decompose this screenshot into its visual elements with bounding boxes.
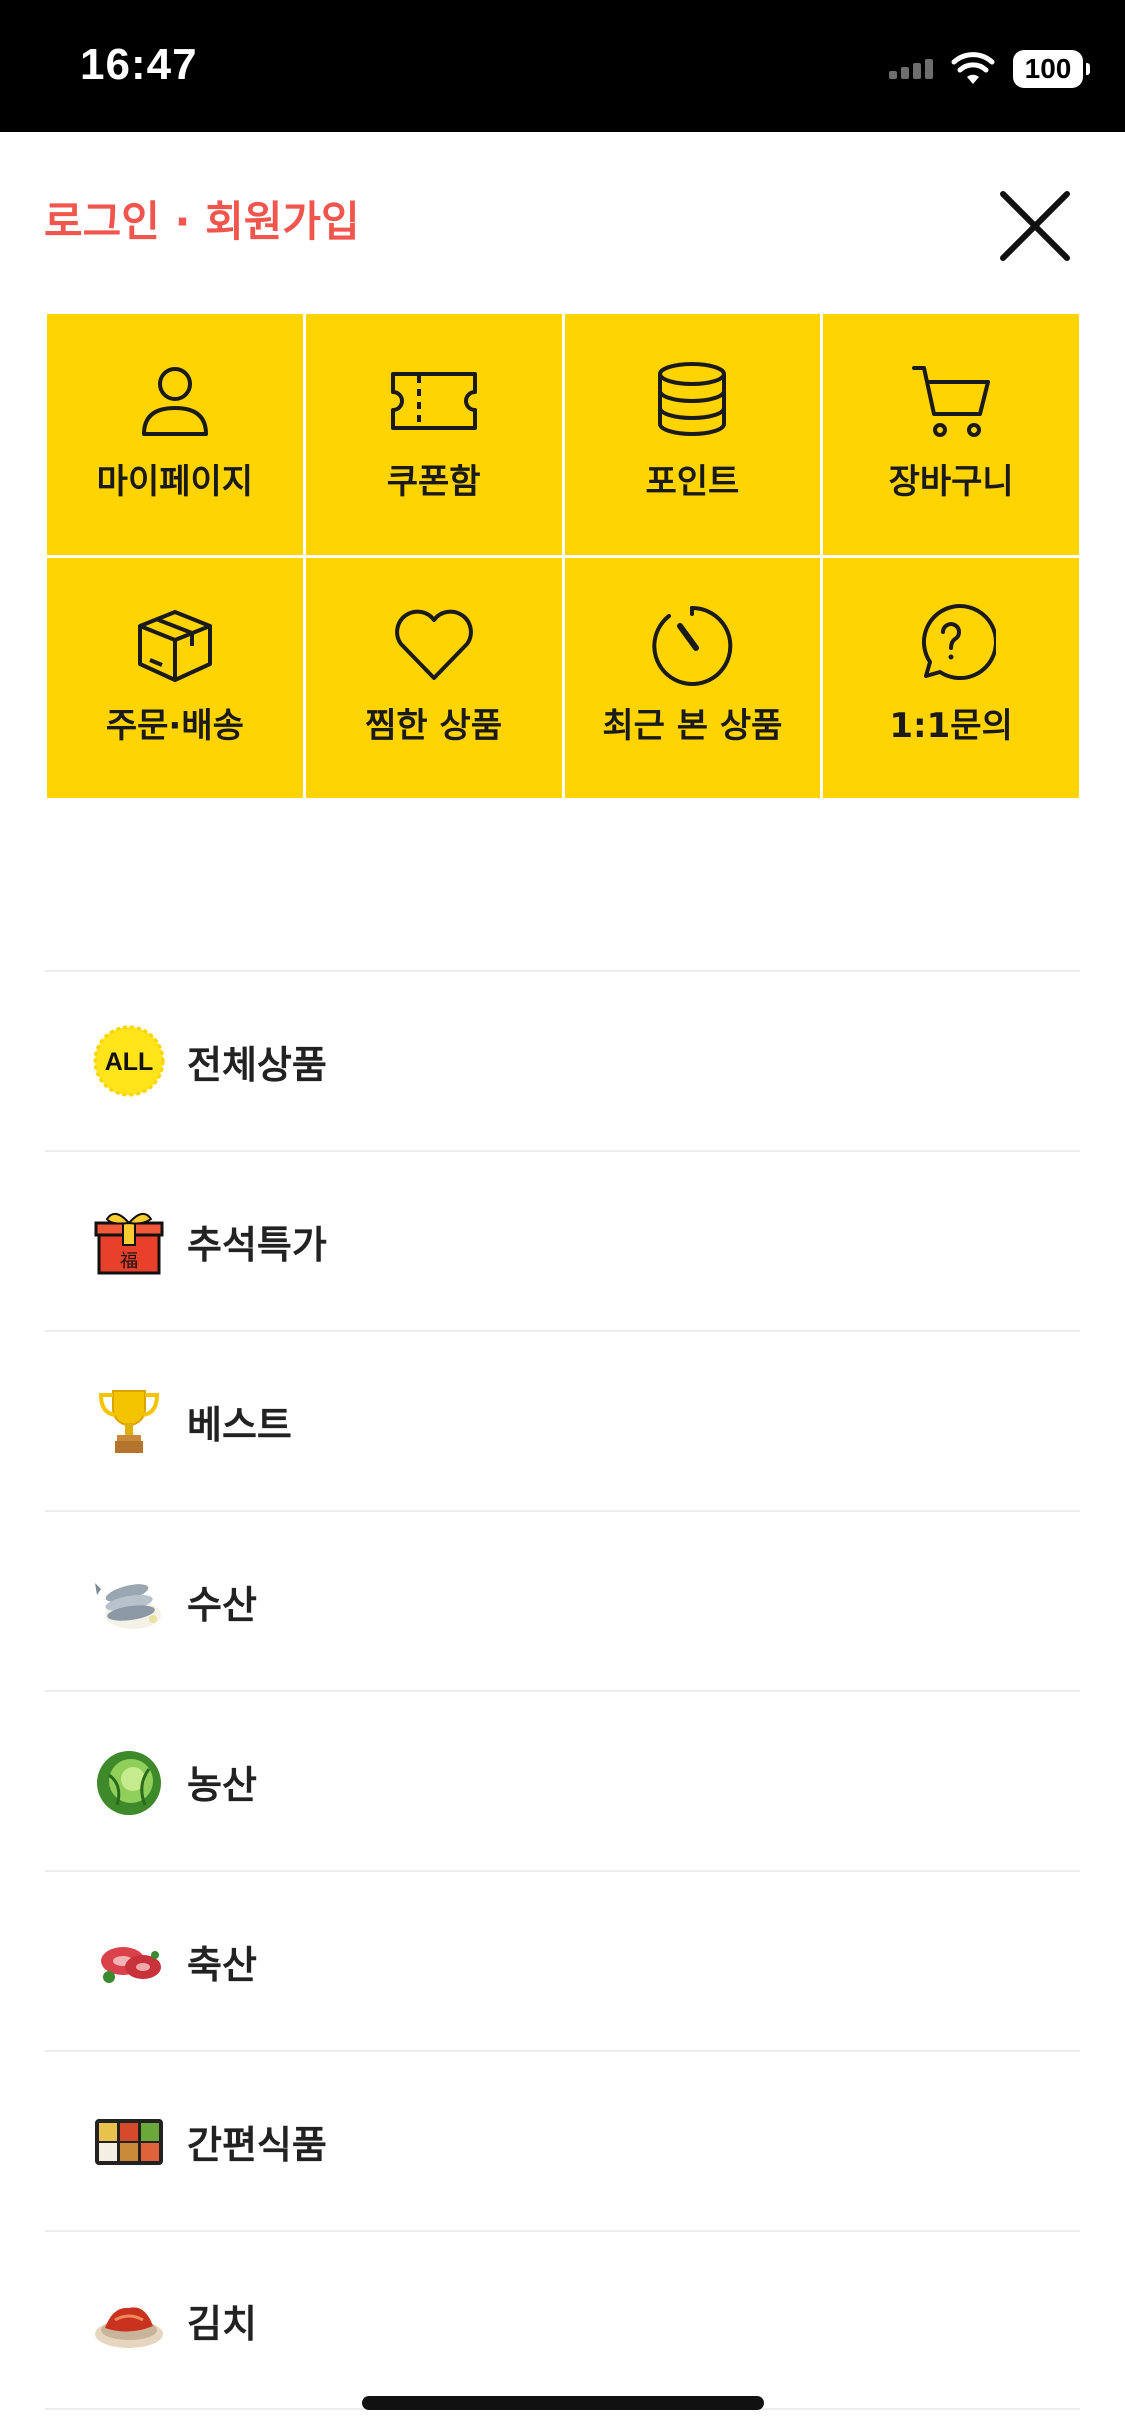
gift-box-icon: 福 bbox=[94, 1212, 164, 1275]
quick-menu-wishlist[interactable]: 찜한 상품 bbox=[305, 557, 562, 798]
kimchi-icon bbox=[95, 2307, 163, 2348]
quick-menu-mypage[interactable]: 마이페이지 bbox=[47, 314, 303, 555]
quick-menu-label: 쿠폰함 bbox=[386, 462, 481, 502]
category-label: 김치 bbox=[187, 2301, 257, 2346]
quick-menu-label: 1:1문의 bbox=[889, 705, 1013, 746]
close-icon bbox=[1000, 191, 1070, 261]
quick-menu-label: 찜한 상품 bbox=[365, 705, 503, 746]
box-icon bbox=[137, 609, 212, 682]
fish-icon bbox=[95, 1583, 161, 1629]
status-time: 16:47 bbox=[80, 40, 198, 89]
trophy-icon bbox=[98, 1390, 160, 1453]
side-menu-screen: 16:47 100 로그인 · 회원가입 마이페이지 쿠폰함 포인트 장바구니 … bbox=[0, 0, 1125, 2436]
category-item-meat[interactable]: 축산 bbox=[45, 1870, 1080, 2050]
battery-icon: 100 bbox=[1013, 50, 1090, 88]
cart-icon bbox=[912, 366, 991, 437]
category-label: 추석특가 bbox=[187, 1222, 327, 1267]
quick-menu-cart[interactable]: 장바구니 bbox=[823, 314, 1079, 555]
category-item-produce[interactable]: 농산 bbox=[45, 1690, 1080, 1870]
all-badge-text: ALL bbox=[105, 1048, 154, 1076]
quick-menu-label: 최근 본 상품 bbox=[602, 705, 783, 746]
home-indicator[interactable] bbox=[362, 2396, 764, 2410]
category-label: 전체상품 bbox=[187, 1042, 327, 1087]
quick-menu-recent[interactable]: 최근 본 상품 bbox=[564, 557, 821, 798]
quick-menu-orders[interactable]: 주문·배송 bbox=[47, 557, 303, 798]
quick-menu-points[interactable]: 포인트 bbox=[564, 314, 821, 555]
quick-menu-label: 포인트 bbox=[645, 462, 740, 502]
quick-menu-coupons[interactable]: 쿠폰함 bbox=[305, 314, 562, 555]
heart-icon bbox=[394, 609, 473, 680]
wifi-icon bbox=[951, 52, 995, 84]
quick-menu-label: 장바구니 bbox=[888, 462, 1014, 502]
category-item-chuseok[interactable]: 福 추석특가 bbox=[45, 1150, 1080, 1330]
category-item-all[interactable]: ALL 전체상품 bbox=[45, 970, 1080, 1150]
category-label: 수산 bbox=[187, 1582, 257, 1627]
quick-menu-label: 마이페이지 bbox=[96, 462, 254, 502]
category-item-seafood[interactable]: 수산 bbox=[45, 1510, 1080, 1690]
meat-icon bbox=[101, 1947, 161, 1983]
cabbage-icon bbox=[97, 1751, 161, 1815]
quick-menu-inquiry[interactable]: 1:1문의 bbox=[823, 557, 1079, 798]
category-label: 간편식품 bbox=[187, 2122, 327, 2167]
quick-menu-grid: 마이페이지 쿠폰함 포인트 장바구니 주문·배송 찜한 상품 최근 본 상품 1… bbox=[47, 314, 1079, 798]
quick-menu-label: 주문·배송 bbox=[105, 705, 244, 746]
all-badge-icon: ALL bbox=[93, 1025, 165, 1097]
category-label: 농산 bbox=[187, 1762, 257, 1807]
lunchbox-icon bbox=[95, 2119, 163, 2165]
clock-icon bbox=[652, 605, 733, 686]
category-list: ALL 전체상품 福 추석특가 베스트 수산 농산 축산 간편식품 김치 bbox=[45, 970, 1080, 2410]
category-item-best[interactable]: 베스트 bbox=[45, 1330, 1080, 1510]
category-label: 축산 bbox=[187, 1942, 257, 1987]
gift-box-text: 福 bbox=[120, 1251, 138, 1272]
coins-icon bbox=[658, 362, 727, 436]
category-item-kimchi[interactable]: 김치 bbox=[45, 2230, 1080, 2410]
login-signup-link[interactable]: 로그인 · 회원가입 bbox=[44, 188, 360, 249]
cellular-signal-icon bbox=[889, 59, 933, 79]
category-label: 베스트 bbox=[187, 1402, 292, 1447]
status-icons: 100 bbox=[889, 46, 1090, 92]
category-item-convenience[interactable]: 간편식품 bbox=[45, 2050, 1080, 2230]
ticket-icon bbox=[390, 372, 477, 430]
person-icon bbox=[141, 367, 208, 436]
status-bar: 16:47 100 bbox=[0, 0, 1125, 132]
close-button[interactable] bbox=[995, 186, 1075, 266]
question-bubble-icon bbox=[922, 603, 997, 680]
